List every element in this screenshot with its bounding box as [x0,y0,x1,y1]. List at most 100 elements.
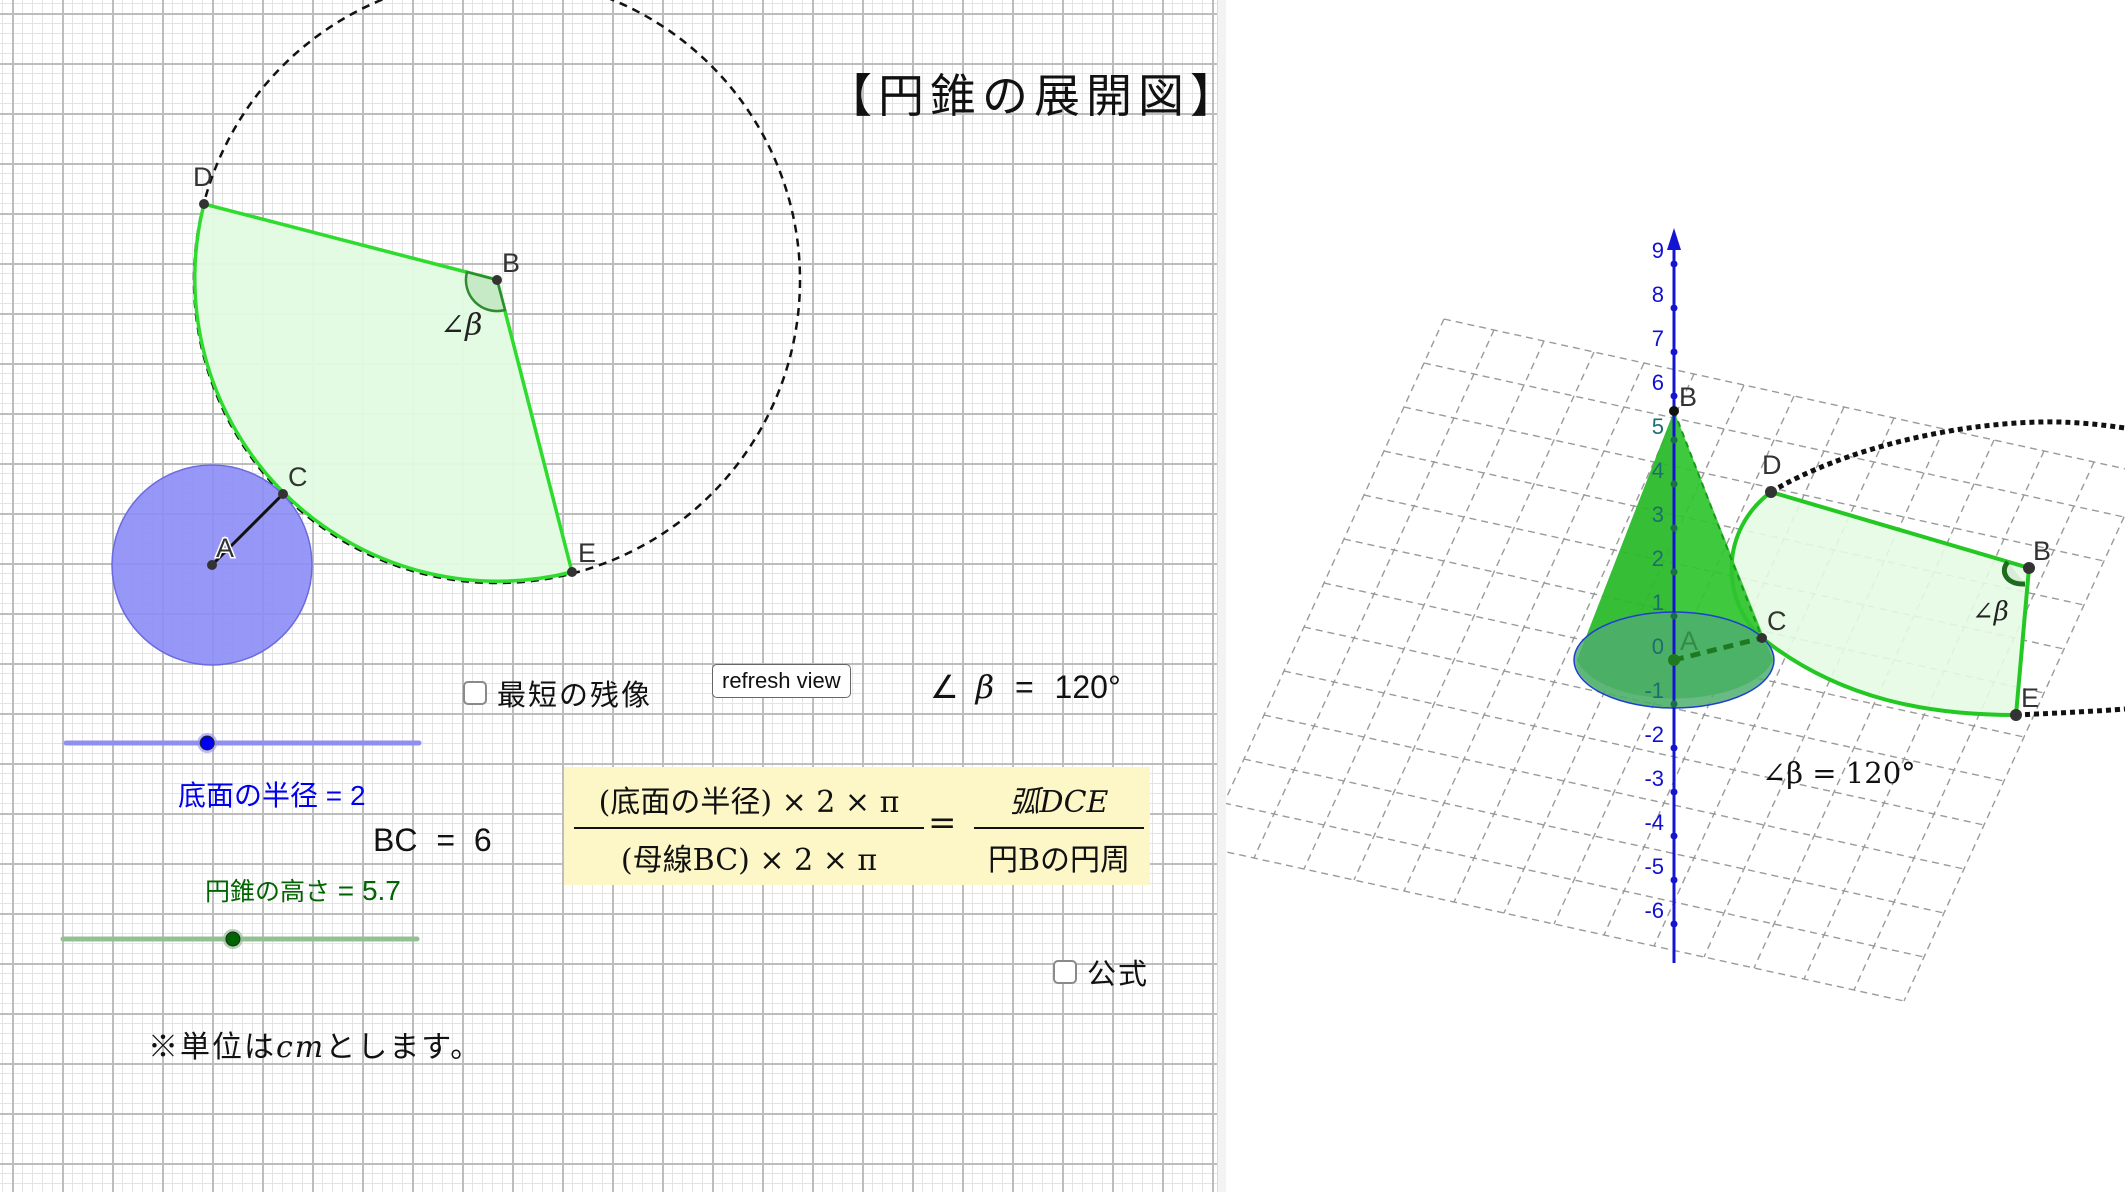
formula-equals: = [928,803,957,843]
z-tick-label: 3 [1652,502,1664,527]
graphics-view-2d[interactable]: A B C D E ∠β 【円錐の展開図】 最短の残像 refresh view… [0,0,1217,1192]
refresh-view-button[interactable]: refresh view [712,664,851,698]
z-tick-label: -5 [1644,854,1664,879]
z-tick-mark [1670,568,1678,576]
graphics-view-3d[interactable]: 9 8 7 6 5 4 3 2 1 0 -1 -2 -3 -4 -5 -6 B A C D B E ∠β ∠β… [1226,0,2125,1192]
note-unit: cm [276,1030,326,1065]
z-tick-mark [1670,260,1678,268]
label-a: A [216,533,234,563]
z-tick-label: 4 [1652,458,1664,483]
z-tick-label: -2 [1644,722,1664,747]
height-label: 円錐の高さ [205,877,331,906]
label-d: D [193,162,213,192]
z-tick-label: -4 [1644,810,1664,835]
note-suffix: とします。 [325,1030,483,1065]
height-eq: = [330,875,362,906]
angle-eq: = [1014,669,1034,705]
height-slider-knob[interactable] [225,931,241,947]
label-bsector-3d: B [2033,536,2051,566]
point-c-3d[interactable] [1757,633,1767,643]
angle-beta-readout-3d: ∠β = 120° [1762,756,1916,790]
formula-checkbox-label: 公式 [1087,957,1150,991]
label-c: C [288,462,308,492]
angle-value: 120° [1054,669,1121,705]
grid-line [1443,318,2125,470]
formula-lhs: (底面の半径) × 2 × π (母線BC) × 2 × π [574,777,924,879]
label-c-3d: C [1767,606,1787,636]
point-b[interactable] [492,275,502,285]
z-tick-mark [1670,920,1678,928]
fraction-bar [574,827,924,829]
z-tick-mark [1670,788,1678,796]
formula-rhs-denominator: 円Bの円周 [987,843,1131,878]
angle-beta-label-3d: ∠β [1972,597,2009,627]
bc-length-text: BC = 6 [373,822,492,859]
bc-value: 6 [473,822,492,858]
height-slider[interactable] [60,929,420,949]
point-c[interactable] [278,489,288,499]
label-b: B [502,248,520,278]
formula-rhs: 弧DCE 円Bの円周 [974,777,1144,879]
unit-note: ※単位はcmとします。 [148,1022,482,1066]
z-tick-mark [1670,876,1678,884]
note-prefix: ※単位は [148,1030,276,1065]
radius-label: 底面の半径 [178,779,319,812]
angle-var: β [975,668,995,706]
z-tick-mark [1670,392,1678,400]
z-tick-label: -6 [1644,898,1664,923]
z-tick-mark [1670,700,1678,708]
shortest-afterimage-checkbox[interactable]: 最短の残像 [463,672,652,714]
page-title: 【円錐の展開図】 [826,69,1217,123]
z-tick-label: -1 [1644,678,1664,703]
z-tick-mark [1670,612,1678,620]
checkbox-box[interactable] [463,681,487,705]
checkbox-box[interactable] [1053,960,1077,984]
z-tick-label: 2 [1652,546,1664,571]
shortest-afterimage-label: 最短の残像 [497,678,653,712]
z-tick-label: 5 [1652,414,1664,439]
scene-3d: 9 8 7 6 5 4 3 2 1 0 -1 -2 -3 -4 -5 -6 B A C D B E ∠β ∠β… [1226,228,2125,1002]
label-b-3d: B [1679,382,1697,412]
angle-symbol: ∠ [930,669,959,705]
label-a-3d: A [1680,626,1698,656]
z-tick-mark [1670,480,1678,488]
z-tick-label: 0 [1652,634,1664,659]
grid-line [1353,351,1595,881]
z-tick-label: 7 [1652,326,1664,351]
z-tick-label: 9 [1652,238,1664,263]
height-slider-caption: 円錐の高さ = 5.7 [205,872,401,908]
radius-eq: = [318,780,350,811]
z-tick-mark [1670,524,1678,532]
radius-slider[interactable] [63,733,422,753]
formula-box: (底面の半径) × 2 × π (母線BC) × 2 × π = 弧DCE 円B… [564,767,1150,885]
z-tick-label: -3 [1644,766,1664,791]
point-e[interactable] [567,567,577,577]
height-value: 5.7 [361,875,401,906]
radius-slider-knob[interactable] [199,735,215,751]
label-e-3d: E [2021,683,2039,713]
grid-line [1226,318,1445,801]
point-d[interactable] [199,199,209,209]
z-tick-mark [1670,436,1678,444]
z-tick-label: 6 [1652,370,1664,395]
net-diagram: A B C D E ∠β [60,0,802,949]
bc-label: BC [373,822,418,858]
point-b-3d[interactable] [1669,406,1679,416]
point-a-3d[interactable] [1668,654,1680,666]
grid-line [1226,802,1925,958]
z-tick-mark [1670,304,1678,312]
angle-beta-readout: ∠ β = 120° [930,668,1121,706]
formula-rhs-numerator: 弧DCE [1009,785,1109,820]
fraction-bar [974,827,1144,829]
point-d-3d[interactable] [1765,486,1777,498]
formula-lhs-denominator: (母線BC) × 2 × π [620,843,878,878]
z-tick-mark [1670,348,1678,356]
grid-line [1226,851,1905,1002]
panel-divider[interactable] [1217,0,1226,1192]
z-tick-mark [1670,832,1678,840]
z-tick-mark [1670,744,1678,752]
formula-checkbox[interactable]: 公式 [1053,951,1149,993]
radius-value: 2 [349,780,366,811]
label-e: E [578,538,596,568]
angle-beta-label: ∠β [440,308,482,343]
